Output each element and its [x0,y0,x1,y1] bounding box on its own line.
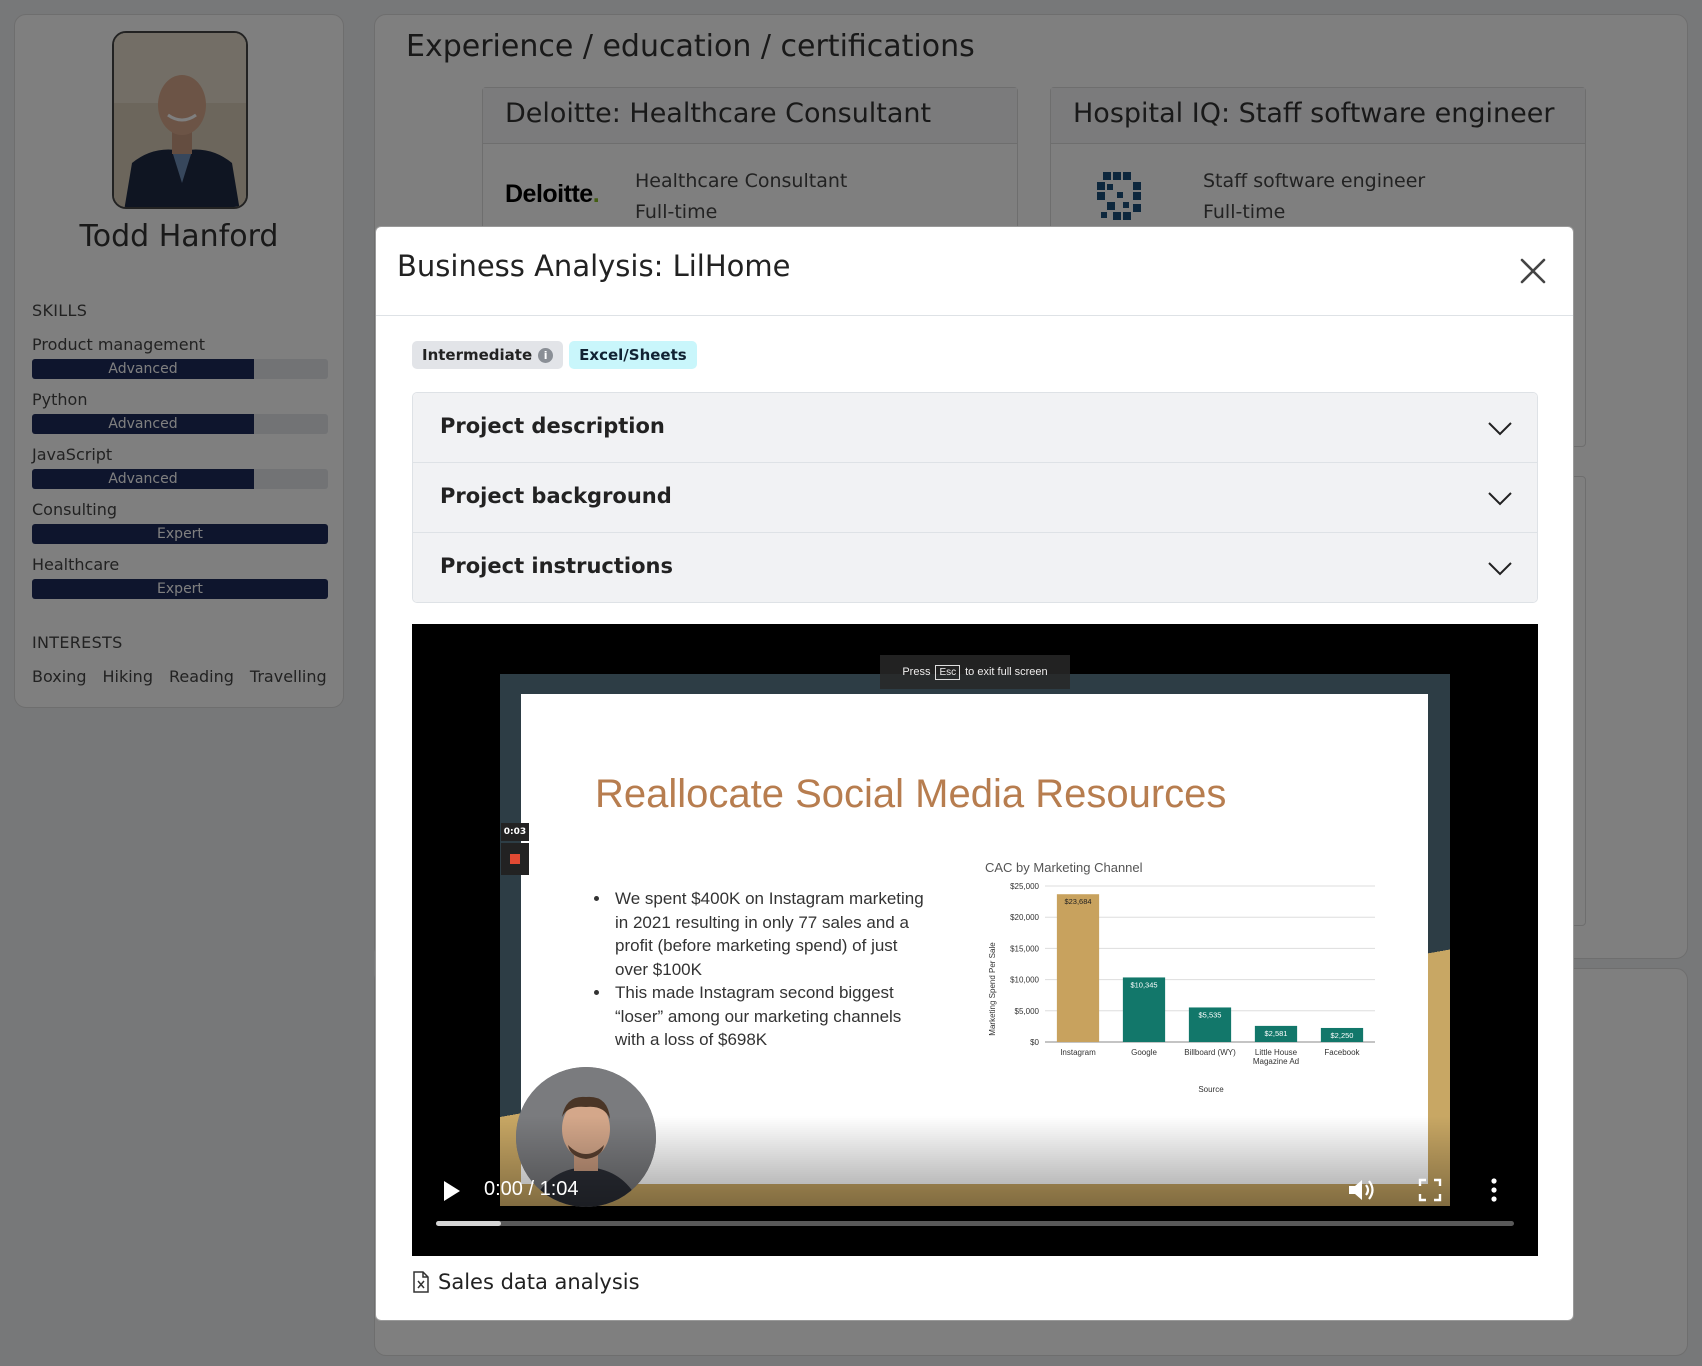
accordion-project-description[interactable]: Project description [413,393,1537,463]
badge-row: Intermediate i Excel/Sheets [412,341,697,369]
project-accordion: Project description Project background P… [412,392,1538,603]
record-timer: 0:03 [501,823,529,841]
attachment-link[interactable]: Sales data analysis [412,1270,640,1294]
project-modal: Business Analysis: LilHome Intermediate … [375,226,1574,1321]
chart-ytick-label: $5,000 [1015,1007,1040,1016]
accordion-label: Project instructions [440,554,673,578]
accordion-project-instructions[interactable]: Project instructions [413,533,1537,602]
chart-xtick-label: Magazine Ad [1253,1057,1299,1066]
fullscreen-icon[interactable] [1418,1178,1442,1202]
chart-bar [1056,894,1100,1042]
slide: Reallocate Social Media Resources We spe… [521,694,1428,1184]
excel-file-icon [413,1271,429,1293]
chart-title: CAC by Marketing Channel [985,860,1143,875]
stop-record-button[interactable] [501,843,529,875]
chart-data-label: $10,345 [1130,980,1157,989]
chart-data-label: $2,250 [1331,1031,1354,1040]
level-label: Intermediate [422,346,533,364]
play-button[interactable] [438,1178,464,1204]
level-badge: Intermediate i [412,341,564,369]
chart-xtick-label: Little House [1255,1048,1298,1057]
chart-data-label: $23,684 [1064,897,1091,906]
slide-bullet: This made Instagram second biggest “lose… [611,981,931,1052]
chart-ytick-label: $0 [1030,1038,1039,1047]
chart-data-label: $5,535 [1199,1010,1222,1019]
chart-xtick-label: Google [1131,1048,1157,1057]
slide-bullet: We spent $400K on Instagram marketing in… [611,887,931,981]
chart-xlabel: Source [1198,1085,1224,1094]
attachment-label: Sales data analysis [438,1270,640,1294]
esc-key: Esc [935,664,961,680]
accordion-label: Project background [440,484,672,508]
chevron-down-icon [1488,492,1512,506]
more-options-icon[interactable] [1488,1176,1500,1204]
video-time: 0:00 / 1:04 [484,1178,579,1200]
slide-title: Reallocate Social Media Resources [595,772,1227,816]
chevron-down-icon [1488,422,1512,436]
modal-header: Business Analysis: LilHome [376,227,1573,316]
fullscreen-hint: Press Esc to exit full screen [880,655,1070,689]
volume-icon[interactable] [1346,1176,1376,1204]
tool-badge: Excel/Sheets [569,341,697,369]
chart-ytick-label: $15,000 [1010,944,1039,953]
slide-bullets: We spent $400K on Instagram marketing in… [611,887,931,1052]
chart-ytick-label: $10,000 [1010,976,1039,985]
modal-title: Business Analysis: LilHome [397,249,791,283]
chart-xtick-label: Facebook [1324,1048,1360,1057]
video-progress-bar[interactable] [436,1221,1514,1226]
chart-ytick-label: $25,000 [1010,882,1039,891]
chart-data-label: $2,581 [1265,1029,1288,1038]
chart-ylabel: Marketing Spend Per Sale [988,942,997,1036]
video-player[interactable]: Reallocate Social Media Resources We spe… [412,624,1538,1256]
close-button[interactable] [1513,251,1553,291]
buffered-progress [436,1221,501,1226]
cac-bar-chart: CAC by Marketing Channel Marketing Spend… [985,860,1375,1094]
accordion-project-background[interactable]: Project background [413,463,1537,533]
chevron-down-icon [1488,562,1512,576]
chart-xtick-label: Billboard (WY) [1184,1048,1236,1057]
info-icon[interactable]: i [538,347,554,363]
accordion-label: Project description [440,414,665,438]
chart-ytick-label: $20,000 [1010,913,1039,922]
chart-xtick-label: Instagram [1060,1048,1096,1057]
